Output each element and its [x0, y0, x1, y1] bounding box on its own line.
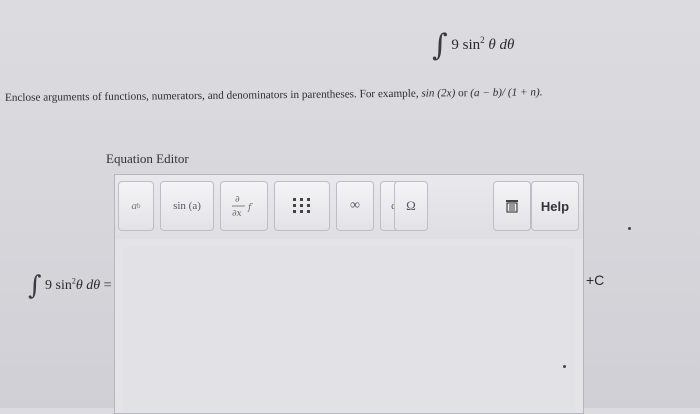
svg-text:∂x: ∂x — [232, 209, 242, 219]
integral-function: sin — [462, 37, 481, 53]
answer-coefficient: 9 — [45, 278, 53, 293]
svg-text:∂: ∂ — [235, 195, 240, 205]
sin-label: sin (a) — [173, 200, 201, 212]
answer-prompt: ∫ 9 sin2θ dθ = — [28, 266, 112, 301]
integral-variable: θ — [488, 37, 496, 53]
matrix-icon — [293, 198, 310, 213]
integral-differential: dθ — [499, 37, 515, 53]
equation-input-area[interactable] — [123, 247, 575, 413]
sin-button[interactable]: sin (a) — [160, 181, 214, 231]
trash-button[interactable] — [493, 181, 531, 231]
matrix-button[interactable] — [274, 181, 330, 231]
equation-editor-label: Equation Editor — [106, 151, 189, 166]
problem-integral: ∫ 9 sin2 θ dθ — [432, 22, 515, 63]
integral-exponent: 2 — [480, 35, 485, 45]
answer-function: sin — [55, 278, 72, 293]
integral-sign: ∫ — [432, 28, 448, 63]
instructions-body: Enclose arguments of functions, numerato… — [4, 87, 422, 104]
integration-constant: +C — [586, 272, 605, 288]
infinity-label: ∞ — [350, 198, 360, 213]
help-label: Help — [540, 198, 570, 214]
svg-text:f: f — [247, 203, 253, 213]
help-button[interactable]: Help — [531, 181, 579, 231]
answer-differential: dθ — [86, 278, 101, 293]
stray-dot — [563, 365, 566, 368]
trash-icon — [506, 200, 518, 213]
answer-variable: θ — [75, 278, 83, 293]
power-button[interactable]: ab — [118, 181, 154, 231]
instructions-example-sin: sin (2x) — [421, 87, 456, 100]
instructions-or: or — [455, 87, 471, 100]
instructions-example-fraction: (a − b)/ (1 + n). — [470, 86, 543, 100]
equation-editor: ab sin (a) ∂ ∂x f ∞ Ω Help — [114, 174, 584, 414]
editor-toolbar: ab sin (a) ∂ ∂x f ∞ Ω Help — [115, 175, 583, 239]
stray-dot — [628, 227, 631, 230]
derivative-button[interactable]: ∂ ∂x f — [220, 181, 268, 231]
integral-coefficient: 9 — [451, 37, 459, 53]
omega-button[interactable]: Ω — [394, 181, 428, 231]
instructions-text: Enclose arguments of functions, numerato… — [5, 85, 695, 104]
answer-integral-sign: ∫ — [28, 271, 42, 301]
power-exponent: b — [137, 202, 141, 210]
omega-label: Ω — [406, 198, 416, 213]
equals-sign: = — [103, 278, 112, 293]
derivative-icon: ∂ ∂x f — [232, 195, 253, 219]
infinity-button[interactable]: ∞ — [336, 181, 374, 231]
